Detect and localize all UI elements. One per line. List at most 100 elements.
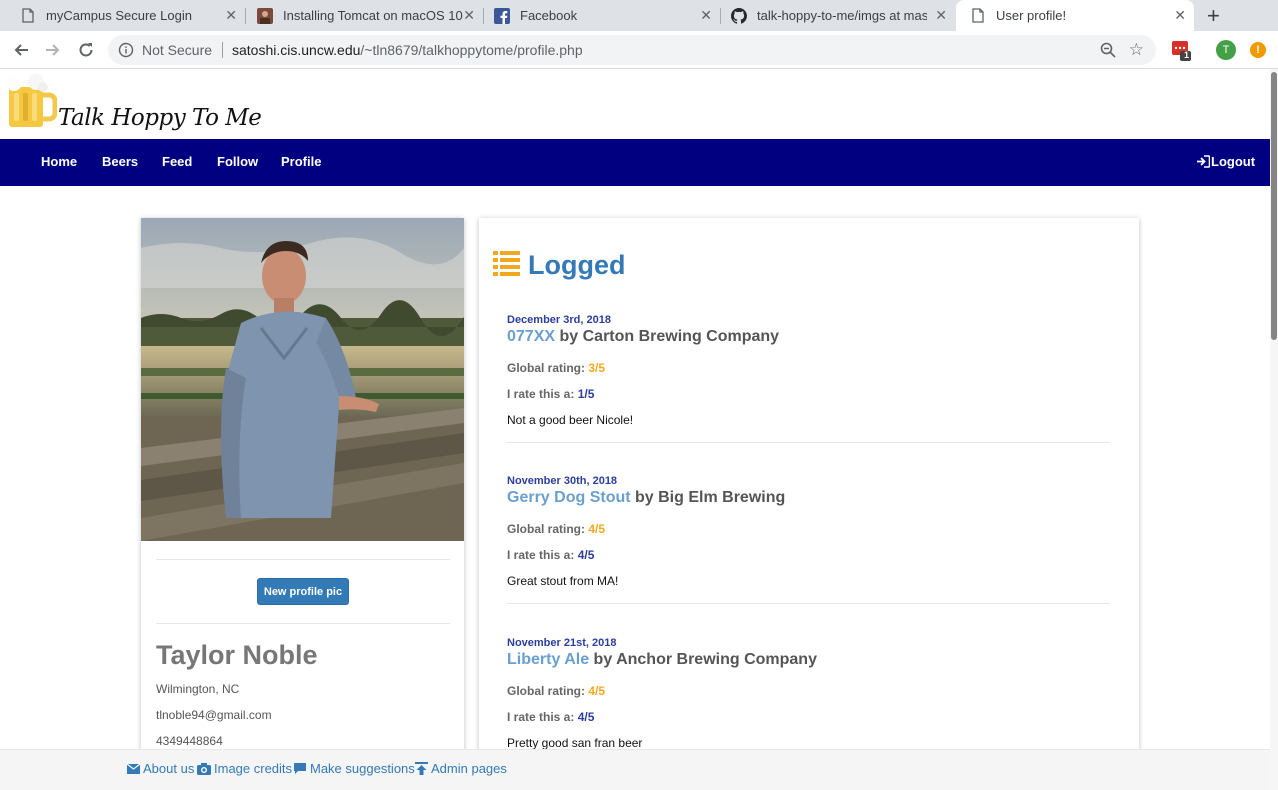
nav-home[interactable]: Home	[41, 154, 77, 169]
logged-card: Logged December 3rd, 2018 077XX by Carto…	[479, 218, 1139, 778]
entry-title: Liberty Ale by Anchor Brewing Company	[507, 651, 817, 669]
close-tab-icon[interactable]: ✕	[1174, 7, 1186, 24]
beer-link[interactable]: Liberty Ale	[507, 651, 589, 668]
my-rating-value: 4/5	[577, 548, 595, 562]
my-rating-label: I rate this a:	[507, 548, 575, 562]
footer-admin-label: Admin pages	[431, 761, 507, 776]
logout-icon	[1197, 155, 1210, 168]
github-icon	[731, 7, 747, 24]
facebook-icon	[494, 7, 510, 24]
close-tab-icon[interactable]: ✕	[935, 7, 947, 24]
footer-about-link[interactable]: About us	[127, 761, 194, 776]
profile-avatar[interactable]: T	[1216, 40, 1236, 60]
envelope-icon	[127, 763, 140, 774]
divider	[507, 442, 1110, 443]
tab-tomcat[interactable]: Installing Tomcat on macOS 10 ✕	[246, 0, 483, 31]
footer-image-credits-label: Image credits	[214, 761, 293, 776]
my-rating-label: I rate this a:	[507, 387, 575, 401]
extension-badge: 1	[1184, 50, 1190, 60]
nav-beers[interactable]: Beers	[102, 154, 138, 169]
extension-icon[interactable]: 1	[1171, 40, 1193, 67]
page-icon	[20, 8, 36, 24]
forward-button[interactable]	[42, 39, 64, 61]
reload-button[interactable]	[75, 39, 97, 61]
comment-icon	[293, 762, 307, 775]
tab-title: talk-hoppy-to-me/imgs at mas	[757, 8, 927, 23]
global-rating-label: Global rating:	[507, 684, 585, 698]
logout-link[interactable]: Logout	[1196, 154, 1255, 169]
tab-user-profile[interactable]: User profile! ✕	[956, 0, 1194, 31]
profile-email: tlnoble94@gmail.com	[156, 708, 272, 722]
new-profile-pic-button[interactable]: New profile pic	[257, 578, 349, 605]
entry-comment: Great stout from MA!	[507, 574, 619, 588]
footer-about-label: About us	[143, 761, 195, 776]
entry-comment: Pretty good san fran beer	[507, 736, 643, 750]
my-rating-label: I rate this a:	[507, 710, 575, 724]
alert-icon[interactable]: !	[1250, 42, 1266, 58]
global-rating: Global rating: 3/5	[507, 361, 605, 375]
bookmark-star-icon[interactable]: ☆	[1129, 40, 1144, 60]
profile-location: Wilmington, NC	[156, 682, 240, 696]
tab-strip: myCampus Secure Login ✕ Installing Tomca…	[0, 0, 1278, 31]
new-tab-button[interactable]: +	[1207, 3, 1220, 29]
camera-icon	[197, 762, 211, 775]
url-path: /~tln8679/talkhoppytome/profile.php	[360, 42, 583, 58]
profile-initial: T	[1222, 44, 1230, 56]
profile-photo	[141, 218, 464, 541]
site-title[interactable]: Talk Hoppy To Me	[58, 105, 262, 131]
beer-mug-logo[interactable]	[5, 69, 58, 136]
my-rating-value: 4/5	[577, 710, 595, 724]
logout-label: Logout	[1211, 154, 1256, 169]
tab-title: Facebook	[520, 8, 578, 23]
close-tab-icon[interactable]: ✕	[463, 7, 475, 24]
footer-admin-link[interactable]: Admin pages	[415, 761, 507, 776]
list-icon	[493, 250, 520, 281]
url-text[interactable]: satoshi.cis.uncw.edu/~tln8679/talkhoppyt…	[232, 42, 583, 58]
photo-favicon	[257, 7, 273, 24]
brewery-text: by Anchor Brewing Company	[589, 651, 817, 668]
brewery-text: by Big Elm Brewing	[630, 489, 786, 506]
url-host: satoshi.cis.uncw.edu	[232, 42, 361, 58]
nav-follow[interactable]: Follow	[217, 154, 258, 169]
close-tab-icon[interactable]: ✕	[225, 7, 237, 24]
my-rating: I rate this a: 4/5	[507, 710, 594, 724]
nav-feed[interactable]: Feed	[162, 154, 192, 169]
global-rating: Global rating: 4/5	[507, 522, 605, 536]
beer-link[interactable]: Gerry Dog Stout	[507, 489, 631, 506]
footer-suggestions-link[interactable]: Make suggestions	[293, 761, 415, 776]
entry-date: December 3rd, 2018	[507, 314, 611, 326]
footer-image-credits-link[interactable]: Image credits	[197, 761, 292, 776]
tab-title: Installing Tomcat on macOS 10	[283, 8, 463, 23]
entry-title: Gerry Dog Stout by Big Elm Brewing	[507, 489, 785, 507]
entry-date: November 21st, 2018	[507, 637, 617, 649]
beer-link[interactable]: 077XX	[507, 328, 555, 345]
logged-header: Logged	[493, 250, 625, 281]
tab-github[interactable]: talk-hoppy-to-me/imgs at mas ✕	[721, 0, 955, 31]
tab-mycampus[interactable]: myCampus Secure Login ✕	[0, 0, 245, 31]
divider	[156, 623, 450, 624]
address-bar[interactable]: Not Secure satoshi.cis.uncw.edu/~tln8679…	[108, 35, 1156, 65]
browser-toolbar: Not Secure satoshi.cis.uncw.edu/~tln8679…	[0, 31, 1278, 69]
global-rating-value: 4/5	[588, 522, 606, 536]
security-label[interactable]: Not Secure	[142, 42, 212, 58]
global-rating: Global rating: 4/5	[507, 684, 605, 698]
tab-facebook[interactable]: Facebook ✕	[484, 0, 720, 31]
page-content: Talk Hoppy To Me Home Beers Feed Follow …	[0, 69, 1270, 790]
my-rating: I rate this a: 1/5	[507, 387, 594, 401]
info-icon[interactable]	[118, 42, 134, 63]
my-rating: I rate this a: 4/5	[507, 548, 594, 562]
tab-title: myCampus Secure Login	[46, 8, 192, 23]
main-navbar: Home Beers Feed Follow Profile Logout	[0, 139, 1270, 186]
upload-icon	[415, 762, 428, 775]
back-button[interactable]	[10, 39, 32, 61]
close-tab-icon[interactable]: ✕	[700, 7, 712, 24]
brewery-text: by Carton Brewing Company	[555, 328, 780, 345]
zoom-icon[interactable]	[1100, 42, 1116, 63]
my-rating-value: 1/5	[577, 387, 595, 401]
scrollbar-thumb[interactable]	[1271, 72, 1277, 340]
global-rating-value: 3/5	[588, 361, 606, 375]
footer-suggestions-label: Make suggestions	[310, 761, 415, 776]
nav-profile[interactable]: Profile	[281, 154, 321, 169]
global-rating-label: Global rating:	[507, 361, 585, 375]
profile-card: New profile pic Taylor Noble Wilmington,…	[141, 218, 464, 778]
